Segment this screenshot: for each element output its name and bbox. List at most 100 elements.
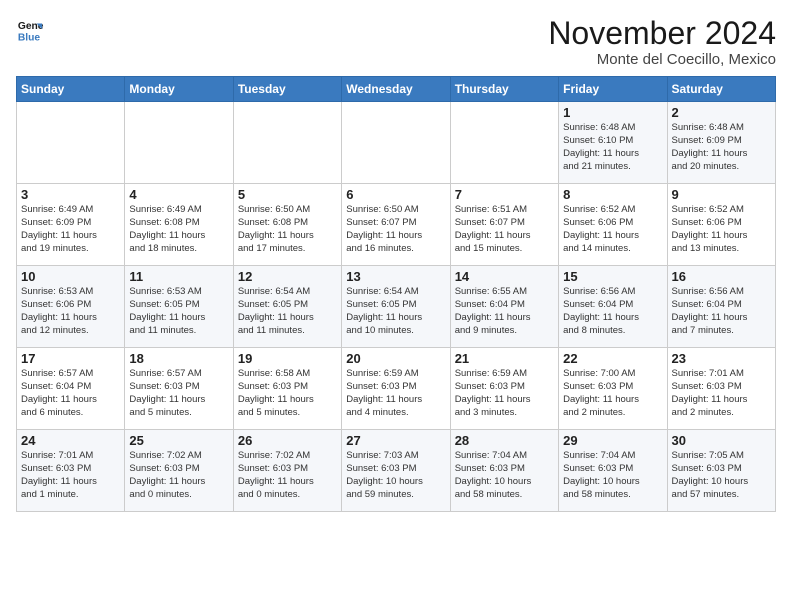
col-header-wednesday: Wednesday <box>342 77 450 102</box>
day-number: 3 <box>21 187 120 202</box>
calendar-cell <box>233 102 341 184</box>
col-header-tuesday: Tuesday <box>233 77 341 102</box>
calendar-header-row: SundayMondayTuesdayWednesdayThursdayFrid… <box>17 77 776 102</box>
day-number: 22 <box>563 351 662 366</box>
col-header-sunday: Sunday <box>17 77 125 102</box>
day-info: Sunrise: 6:53 AM Sunset: 6:06 PM Dayligh… <box>21 286 120 337</box>
day-number: 13 <box>346 269 445 284</box>
page-title: November 2024 <box>548 16 776 51</box>
col-header-monday: Monday <box>125 77 233 102</box>
day-info: Sunrise: 6:51 AM Sunset: 6:07 PM Dayligh… <box>455 204 554 255</box>
day-info: Sunrise: 6:57 AM Sunset: 6:04 PM Dayligh… <box>21 368 120 419</box>
day-number: 25 <box>129 433 228 448</box>
calendar-cell <box>342 102 450 184</box>
calendar-cell <box>125 102 233 184</box>
day-number: 26 <box>238 433 337 448</box>
day-info: Sunrise: 6:56 AM Sunset: 6:04 PM Dayligh… <box>672 286 771 337</box>
calendar-cell: 6 Sunrise: 6:50 AM Sunset: 6:07 PM Daylig… <box>342 184 450 266</box>
day-info: Sunrise: 6:59 AM Sunset: 6:03 PM Dayligh… <box>346 368 445 419</box>
title-block: November 2024 Monte del Coecillo, Mexico <box>548 16 776 68</box>
calendar-cell: 5Sunrise: 6:50 AM Sunset: 6:08 PM Daylig… <box>233 184 341 266</box>
day-number: 6 <box>346 187 445 202</box>
calendar-cell: 12 Sunrise: 6:54 AM Sunset: 6:05 PM Dayli… <box>233 266 341 348</box>
day-info: Sunrise: 7:05 AM Sunset: 6:03 PM Dayligh… <box>672 450 771 501</box>
day-number: 18 <box>129 351 228 366</box>
day-number: 17 <box>21 351 120 366</box>
day-info: Sunrise: 6:58 AM Sunset: 6:03 PM Dayligh… <box>238 368 337 419</box>
col-header-saturday: Saturday <box>667 77 775 102</box>
calendar-cell: 18 Sunrise: 6:57 AM Sunset: 6:03 PM Dayli… <box>125 348 233 430</box>
calendar-week-4: 17 Sunrise: 6:57 AM Sunset: 6:04 PM Dayli… <box>17 348 776 430</box>
day-number: 27 <box>346 433 445 448</box>
day-number: 21 <box>455 351 554 366</box>
day-number: 28 <box>455 433 554 448</box>
calendar-cell: 28 Sunrise: 7:04 AM Sunset: 6:03 PM Dayli… <box>450 430 558 512</box>
day-number: 14 <box>455 269 554 284</box>
calendar-cell: 25 Sunrise: 7:02 AM Sunset: 6:03 PM Dayli… <box>125 430 233 512</box>
day-number: 5 <box>238 187 337 202</box>
day-info: Sunrise: 6:50 AM Sunset: 6:07 PM Dayligh… <box>346 204 445 255</box>
day-info: Sunrise: 6:49 AM Sunset: 6:08 PM Dayligh… <box>129 204 228 255</box>
calendar-cell <box>450 102 558 184</box>
day-number: 15 <box>563 269 662 284</box>
day-info: Sunrise: 6:48 AM Sunset: 6:09 PM Dayligh… <box>672 122 771 173</box>
day-number: 29 <box>563 433 662 448</box>
calendar-cell: 26 Sunrise: 7:02 AM Sunset: 6:03 PM Dayli… <box>233 430 341 512</box>
day-info: Sunrise: 6:49 AM Sunset: 6:09 PM Dayligh… <box>21 204 120 255</box>
col-header-friday: Friday <box>559 77 667 102</box>
day-info: Sunrise: 6:57 AM Sunset: 6:03 PM Dayligh… <box>129 368 228 419</box>
calendar-cell: 11Sunrise: 6:53 AM Sunset: 6:05 PM Dayli… <box>125 266 233 348</box>
calendar-cell: 24 Sunrise: 7:01 AM Sunset: 6:03 PM Dayli… <box>17 430 125 512</box>
logo-icon: General Blue <box>16 16 44 44</box>
calendar-cell: 3 Sunrise: 6:49 AM Sunset: 6:09 PM Daylig… <box>17 184 125 266</box>
calendar-week-5: 24 Sunrise: 7:01 AM Sunset: 6:03 PM Dayli… <box>17 430 776 512</box>
day-number: 30 <box>672 433 771 448</box>
day-info: Sunrise: 6:54 AM Sunset: 6:05 PM Dayligh… <box>238 286 337 337</box>
calendar-cell: 1 Sunrise: 6:48 AM Sunset: 6:10 PM Daylig… <box>559 102 667 184</box>
calendar-cell: 15 Sunrise: 6:56 AM Sunset: 6:04 PM Dayli… <box>559 266 667 348</box>
calendar-cell: 16 Sunrise: 6:56 AM Sunset: 6:04 PM Dayli… <box>667 266 775 348</box>
day-info: Sunrise: 6:53 AM Sunset: 6:05 PM Dayligh… <box>129 286 228 337</box>
calendar-week-3: 10 Sunrise: 6:53 AM Sunset: 6:06 PM Dayli… <box>17 266 776 348</box>
day-info: Sunrise: 6:48 AM Sunset: 6:10 PM Dayligh… <box>563 122 662 173</box>
page-header: General Blue November 2024 Monte del Coe… <box>16 16 776 68</box>
day-info: Sunrise: 7:03 AM Sunset: 6:03 PM Dayligh… <box>346 450 445 501</box>
calendar-week-2: 3 Sunrise: 6:49 AM Sunset: 6:09 PM Daylig… <box>17 184 776 266</box>
day-info: Sunrise: 7:04 AM Sunset: 6:03 PM Dayligh… <box>455 450 554 501</box>
day-info: Sunrise: 7:02 AM Sunset: 6:03 PM Dayligh… <box>238 450 337 501</box>
calendar-table: SundayMondayTuesdayWednesdayThursdayFrid… <box>16 76 776 512</box>
day-number: 8 <box>563 187 662 202</box>
calendar-cell: 10 Sunrise: 6:53 AM Sunset: 6:06 PM Dayli… <box>17 266 125 348</box>
calendar-cell: 23Sunrise: 7:01 AM Sunset: 6:03 PM Dayli… <box>667 348 775 430</box>
day-number: 19 <box>238 351 337 366</box>
calendar-cell: 8 Sunrise: 6:52 AM Sunset: 6:06 PM Daylig… <box>559 184 667 266</box>
calendar-cell: 17 Sunrise: 6:57 AM Sunset: 6:04 PM Dayli… <box>17 348 125 430</box>
day-info: Sunrise: 6:59 AM Sunset: 6:03 PM Dayligh… <box>455 368 554 419</box>
day-number: 1 <box>563 105 662 120</box>
calendar-cell: 20 Sunrise: 6:59 AM Sunset: 6:03 PM Dayli… <box>342 348 450 430</box>
calendar-cell: 22 Sunrise: 7:00 AM Sunset: 6:03 PM Dayli… <box>559 348 667 430</box>
day-number: 20 <box>346 351 445 366</box>
day-info: Sunrise: 6:54 AM Sunset: 6:05 PM Dayligh… <box>346 286 445 337</box>
calendar-cell: 21 Sunrise: 6:59 AM Sunset: 6:03 PM Dayli… <box>450 348 558 430</box>
day-number: 24 <box>21 433 120 448</box>
calendar-cell: 14 Sunrise: 6:55 AM Sunset: 6:04 PM Dayli… <box>450 266 558 348</box>
day-number: 16 <box>672 269 771 284</box>
page-subtitle: Monte del Coecillo, Mexico <box>548 51 776 68</box>
day-number: 10 <box>21 269 120 284</box>
day-number: 12 <box>238 269 337 284</box>
day-info: Sunrise: 6:56 AM Sunset: 6:04 PM Dayligh… <box>563 286 662 337</box>
logo: General Blue <box>16 16 44 44</box>
calendar-cell: 13 Sunrise: 6:54 AM Sunset: 6:05 PM Dayli… <box>342 266 450 348</box>
day-info: Sunrise: 7:00 AM Sunset: 6:03 PM Dayligh… <box>563 368 662 419</box>
day-number: 7 <box>455 187 554 202</box>
day-info: Sunrise: 6:52 AM Sunset: 6:06 PM Dayligh… <box>563 204 662 255</box>
calendar-cell: 7 Sunrise: 6:51 AM Sunset: 6:07 PM Daylig… <box>450 184 558 266</box>
day-info: Sunrise: 6:55 AM Sunset: 6:04 PM Dayligh… <box>455 286 554 337</box>
calendar-cell <box>17 102 125 184</box>
day-info: Sunrise: 7:02 AM Sunset: 6:03 PM Dayligh… <box>129 450 228 501</box>
day-info: Sunrise: 6:52 AM Sunset: 6:06 PM Dayligh… <box>672 204 771 255</box>
day-info: Sunrise: 7:01 AM Sunset: 6:03 PM Dayligh… <box>21 450 120 501</box>
calendar-cell: 19 Sunrise: 6:58 AM Sunset: 6:03 PM Dayli… <box>233 348 341 430</box>
calendar-cell: 9Sunrise: 6:52 AM Sunset: 6:06 PM Daylig… <box>667 184 775 266</box>
